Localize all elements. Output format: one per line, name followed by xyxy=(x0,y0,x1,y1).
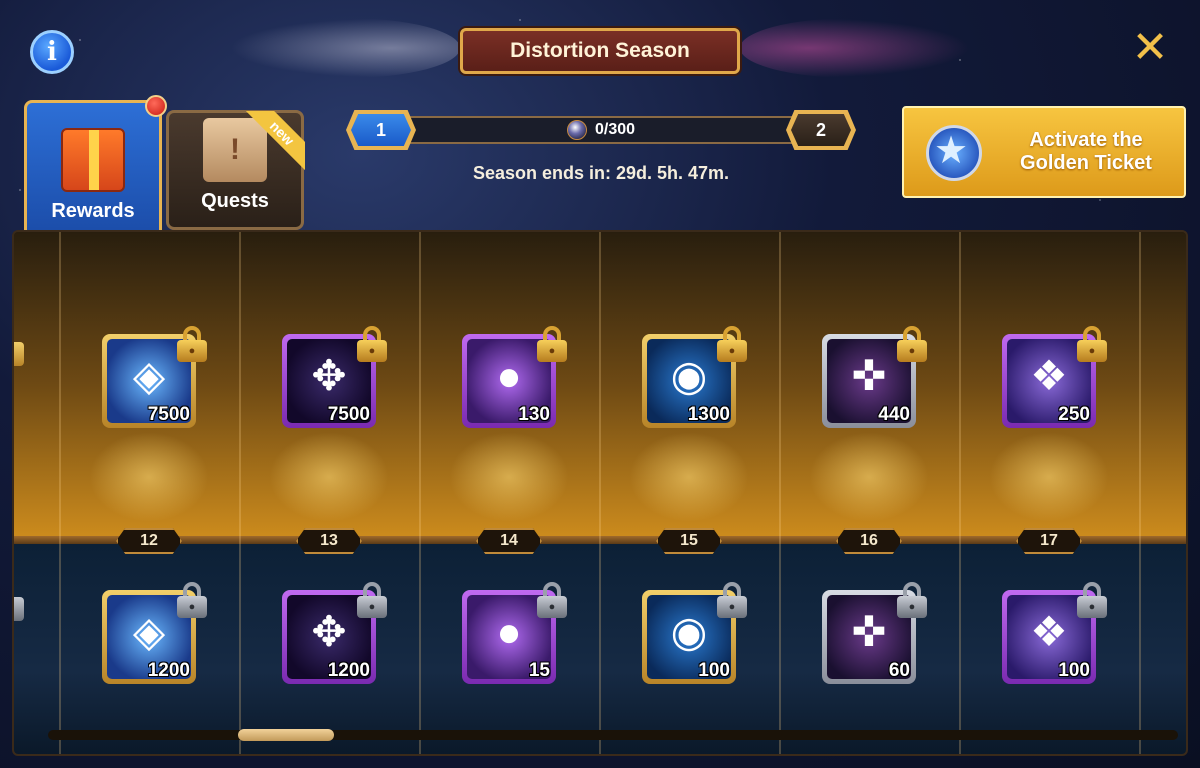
lock-icon: ● xyxy=(357,326,387,362)
new-badge-label: new xyxy=(245,111,305,171)
reward-quantity: 100 xyxy=(1058,660,1090,681)
column-glow xyxy=(269,432,389,522)
notification-dot xyxy=(145,95,167,117)
activate-golden-ticket-button[interactable]: ★ Activate the Golden Ticket xyxy=(902,106,1186,198)
next-level-badge: 2 xyxy=(786,110,856,150)
rewards-board[interactable]: ◈ 7500 ● ◈ 1200 ● 12 ✥ 7500 ● ✥ 1200 ● 13 ● 130 ● ● 15 ● 14 ◉… xyxy=(12,230,1188,756)
column-divider xyxy=(419,232,421,754)
level-tag: 17 xyxy=(1016,528,1082,554)
level-tag: 12 xyxy=(116,528,182,554)
lock-icon: ● xyxy=(357,582,387,618)
current-level-badge: 1 xyxy=(346,110,416,150)
gift-icon xyxy=(61,128,125,192)
left-wing-decoration xyxy=(230,18,460,78)
column-glow xyxy=(449,432,569,522)
scrollbar-thumb[interactable] xyxy=(238,729,334,741)
tab-rewards[interactable]: Rewards xyxy=(24,95,167,240)
new-badge: new xyxy=(245,111,305,171)
column-divider xyxy=(239,232,241,754)
lock-icon: ● xyxy=(537,582,567,618)
star-emblem-icon: ★ xyxy=(914,117,994,187)
column-divider xyxy=(959,232,961,754)
tab-rewards-label: Rewards xyxy=(51,200,135,222)
partial-reward-left xyxy=(14,597,24,621)
season-progress: 0/300 1 2 xyxy=(346,110,856,150)
title-banner: Distortion Season xyxy=(230,8,970,88)
column-glow xyxy=(89,432,209,522)
current-level-number: 1 xyxy=(351,114,411,146)
reward-quantity: 15 xyxy=(528,660,550,681)
reward-quantity: 100 xyxy=(698,660,730,681)
reward-quantity: 1300 xyxy=(687,404,730,425)
column-divider xyxy=(59,232,61,754)
lock-icon: ● xyxy=(177,326,207,362)
level-tag: 14 xyxy=(476,528,542,554)
info-icon[interactable]: i xyxy=(30,30,74,74)
tab-quests[interactable]: ! Quests new xyxy=(166,110,305,230)
lock-icon: ● xyxy=(1077,582,1107,618)
lock-icon: ● xyxy=(717,582,747,618)
lock-icon: ● xyxy=(897,582,927,618)
lock-icon: ● xyxy=(177,582,207,618)
reward-quantity: 250 xyxy=(1058,404,1090,425)
lock-icon: ● xyxy=(897,326,927,362)
horizontal-scrollbar[interactable] xyxy=(48,729,1178,741)
close-icon[interactable]: ✕ xyxy=(1130,26,1170,70)
next-level-number: 2 xyxy=(791,114,851,146)
progress-bar: 0/300 xyxy=(386,116,816,144)
season-orb-icon xyxy=(566,120,587,140)
column-divider xyxy=(779,232,781,754)
level-tag: 15 xyxy=(656,528,722,554)
column-glow xyxy=(989,432,1109,522)
lock-icon: ● xyxy=(1077,326,1107,362)
column-divider xyxy=(599,232,601,754)
reward-quantity: 1200 xyxy=(327,660,370,681)
lock-icon: ● xyxy=(537,326,567,362)
progress-value: 0/300 xyxy=(594,121,636,138)
reward-quantity: 7500 xyxy=(327,404,370,425)
season-timer: Season ends in: 29d. 5h. 47m. xyxy=(472,163,730,183)
level-tag: 16 xyxy=(836,528,902,554)
lock-icon: ● xyxy=(717,326,747,362)
column-glow xyxy=(809,432,929,522)
reward-quantity: 440 xyxy=(878,404,910,425)
golden-ticket-label: Activate the Golden Ticket xyxy=(1020,129,1152,174)
reward-quantity: 1200 xyxy=(147,660,190,681)
reward-quantity: 130 xyxy=(518,404,550,425)
column-divider xyxy=(1139,232,1141,754)
level-tag: 13 xyxy=(296,528,362,554)
reward-quantity: 60 xyxy=(888,660,910,681)
partial-reward-left xyxy=(14,342,24,366)
reward-quantity: 7500 xyxy=(147,404,190,425)
tab-quests-label: Quests xyxy=(201,190,269,212)
column-glow xyxy=(629,432,749,522)
right-wing-decoration xyxy=(740,18,970,78)
page-title: Distortion Season xyxy=(460,28,740,74)
